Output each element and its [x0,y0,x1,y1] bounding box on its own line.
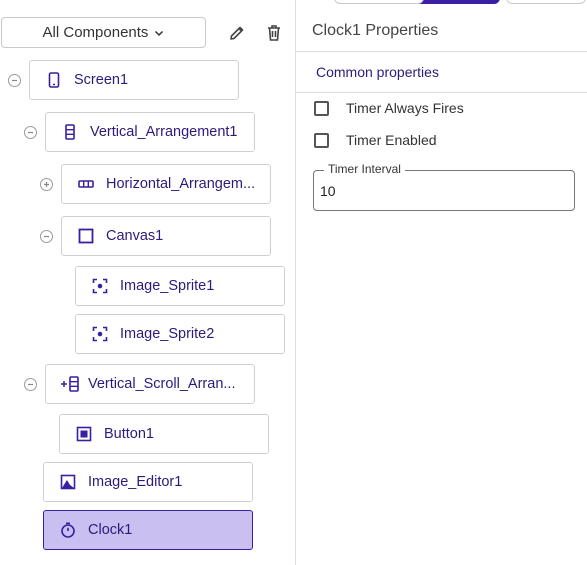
tree-node-image-sprite1[interactable]: Image_Sprite1 [75,266,285,306]
tree-node-image-sprite2[interactable]: Image_Sprite2 [75,314,285,354]
expand-toggle-horizontal-arrangement[interactable] [40,178,53,191]
common-properties-heading: Common properties [316,64,439,80]
tree-node-horizontal-arrangement[interactable]: Horizontal_Arrangem... [61,164,271,204]
plus-icon [44,182,49,187]
minus-icon [28,383,33,386]
tree-node-vertical-arrangement1[interactable]: Vertical_Arrangement1 [45,112,255,152]
components-filter-label: All Components [42,24,149,41]
vertical-arrangement-icon [62,124,78,140]
timer-always-fires-label: Timer Always Fires [346,100,464,116]
collapse-toggle-vertical-scroll-arrangement[interactable] [24,378,37,391]
vertical-scroll-arrangement-icon [60,376,80,392]
trash-icon[interactable] [263,22,285,44]
pencil-icon[interactable] [226,22,248,44]
properties-title: Clock1 Properties [312,22,439,39]
timer-always-fires-row[interactable]: Timer Always Fires [314,100,464,116]
tree-node-clock1[interactable]: Clock1 [43,510,253,550]
properties-panel: Clock1 Properties Common properties Time… [296,0,587,565]
horizontal-arrangement-icon [78,176,94,192]
top-tab[interactable] [334,0,424,4]
tree-node-label: Screen1 [74,72,129,88]
tree-node-label: Horizontal_Arrangem... [106,176,256,192]
collapse-toggle-vertical-arrangement1[interactable] [24,126,37,139]
components-filter-dropdown[interactable]: All Components [1,17,206,48]
chevron-down-icon [155,30,164,36]
tree-node-label: Button1 [104,426,154,442]
timer-enabled-checkbox[interactable] [314,132,329,148]
divider [296,51,587,52]
tree-node-label: Image_Sprite2 [120,326,215,342]
minus-icon [12,79,17,82]
button-icon [76,426,92,442]
collapse-toggle-screen1[interactable] [8,74,21,87]
tree-node-canvas1[interactable]: Canvas1 [61,216,271,256]
phone-icon [46,72,62,88]
timer-interval-label: Timer Interval [324,162,405,176]
timer-interval-field[interactable]: Timer Interval 10 [313,162,575,211]
canvas-icon [78,228,94,244]
clock-icon [60,522,76,538]
tree-node-image-editor1[interactable]: Image_Editor1 [43,462,253,502]
top-tab[interactable] [506,0,586,4]
components-tree-panel: All Components Screen1 Vertical_Arrangem… [0,0,500,565]
tree-node-vertical-scroll-arrangement[interactable]: Vertical_Scroll_Arran... [45,364,255,404]
minus-icon [44,235,49,238]
divider [296,92,587,93]
tree-node-screen1[interactable]: Screen1 [29,60,239,100]
timer-always-fires-checkbox[interactable] [314,100,329,116]
tree-node-label: Image_Sprite1 [120,278,215,294]
tree-node-label: Vertical_Scroll_Arran... [88,376,236,392]
tree-node-label: Clock1 [88,522,133,538]
image-editor-icon [60,474,76,490]
timer-interval-value[interactable]: 10 [320,183,336,199]
timer-enabled-label: Timer Enabled [346,132,437,148]
sprite-icon [92,326,108,342]
collapse-toggle-canvas1[interactable] [40,230,53,243]
tree-node-label: Image_Editor1 [88,474,183,490]
minus-icon [28,131,33,134]
sprite-icon [92,278,108,294]
timer-enabled-row[interactable]: Timer Enabled [314,132,437,148]
tree-node-button1[interactable]: Button1 [59,414,269,454]
tree-node-label: Canvas1 [106,228,164,244]
tree-node-label: Vertical_Arrangement1 [90,124,238,140]
